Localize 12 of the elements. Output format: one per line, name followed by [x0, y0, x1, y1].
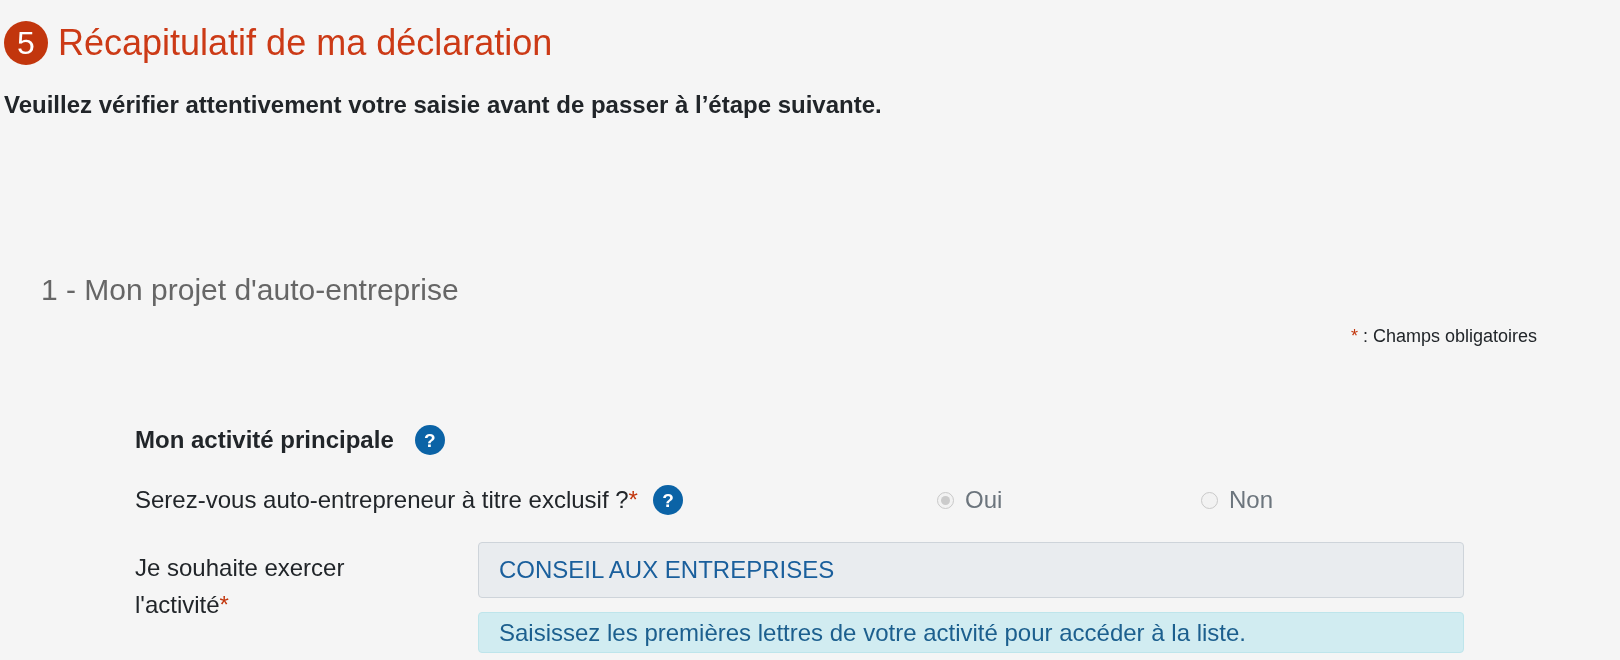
instruction-text: Veuillez vérifier attentivement votre saisie avant de passer à l’étape suivante.	[4, 91, 882, 119]
help-icon[interactable]: ?	[414, 425, 445, 455]
field-label: Serez-vous auto-entrepreneur à titre exclusif ?*	[135, 486, 638, 514]
page-title: Récapitulatif de ma déclaration	[58, 22, 553, 64]
input-field: CONSEIL AUX ENTREPRISES	[478, 542, 1464, 598]
required-fields-note: * : Champs obligatoires	[1350, 325, 1537, 347]
group-title: Mon activité principale	[135, 426, 394, 454]
hint-message: Saisissez les premières lettres de votre activité pour accéder à la liste.	[478, 612, 1464, 653]
field-label: Je souhaite exercer l'activité*	[135, 553, 346, 620]
section-title: 1 - Mon projet d'auto-entreprise	[41, 273, 459, 307]
step-number: 5	[4, 21, 48, 65]
help-icon[interactable]: ?	[652, 485, 683, 515]
